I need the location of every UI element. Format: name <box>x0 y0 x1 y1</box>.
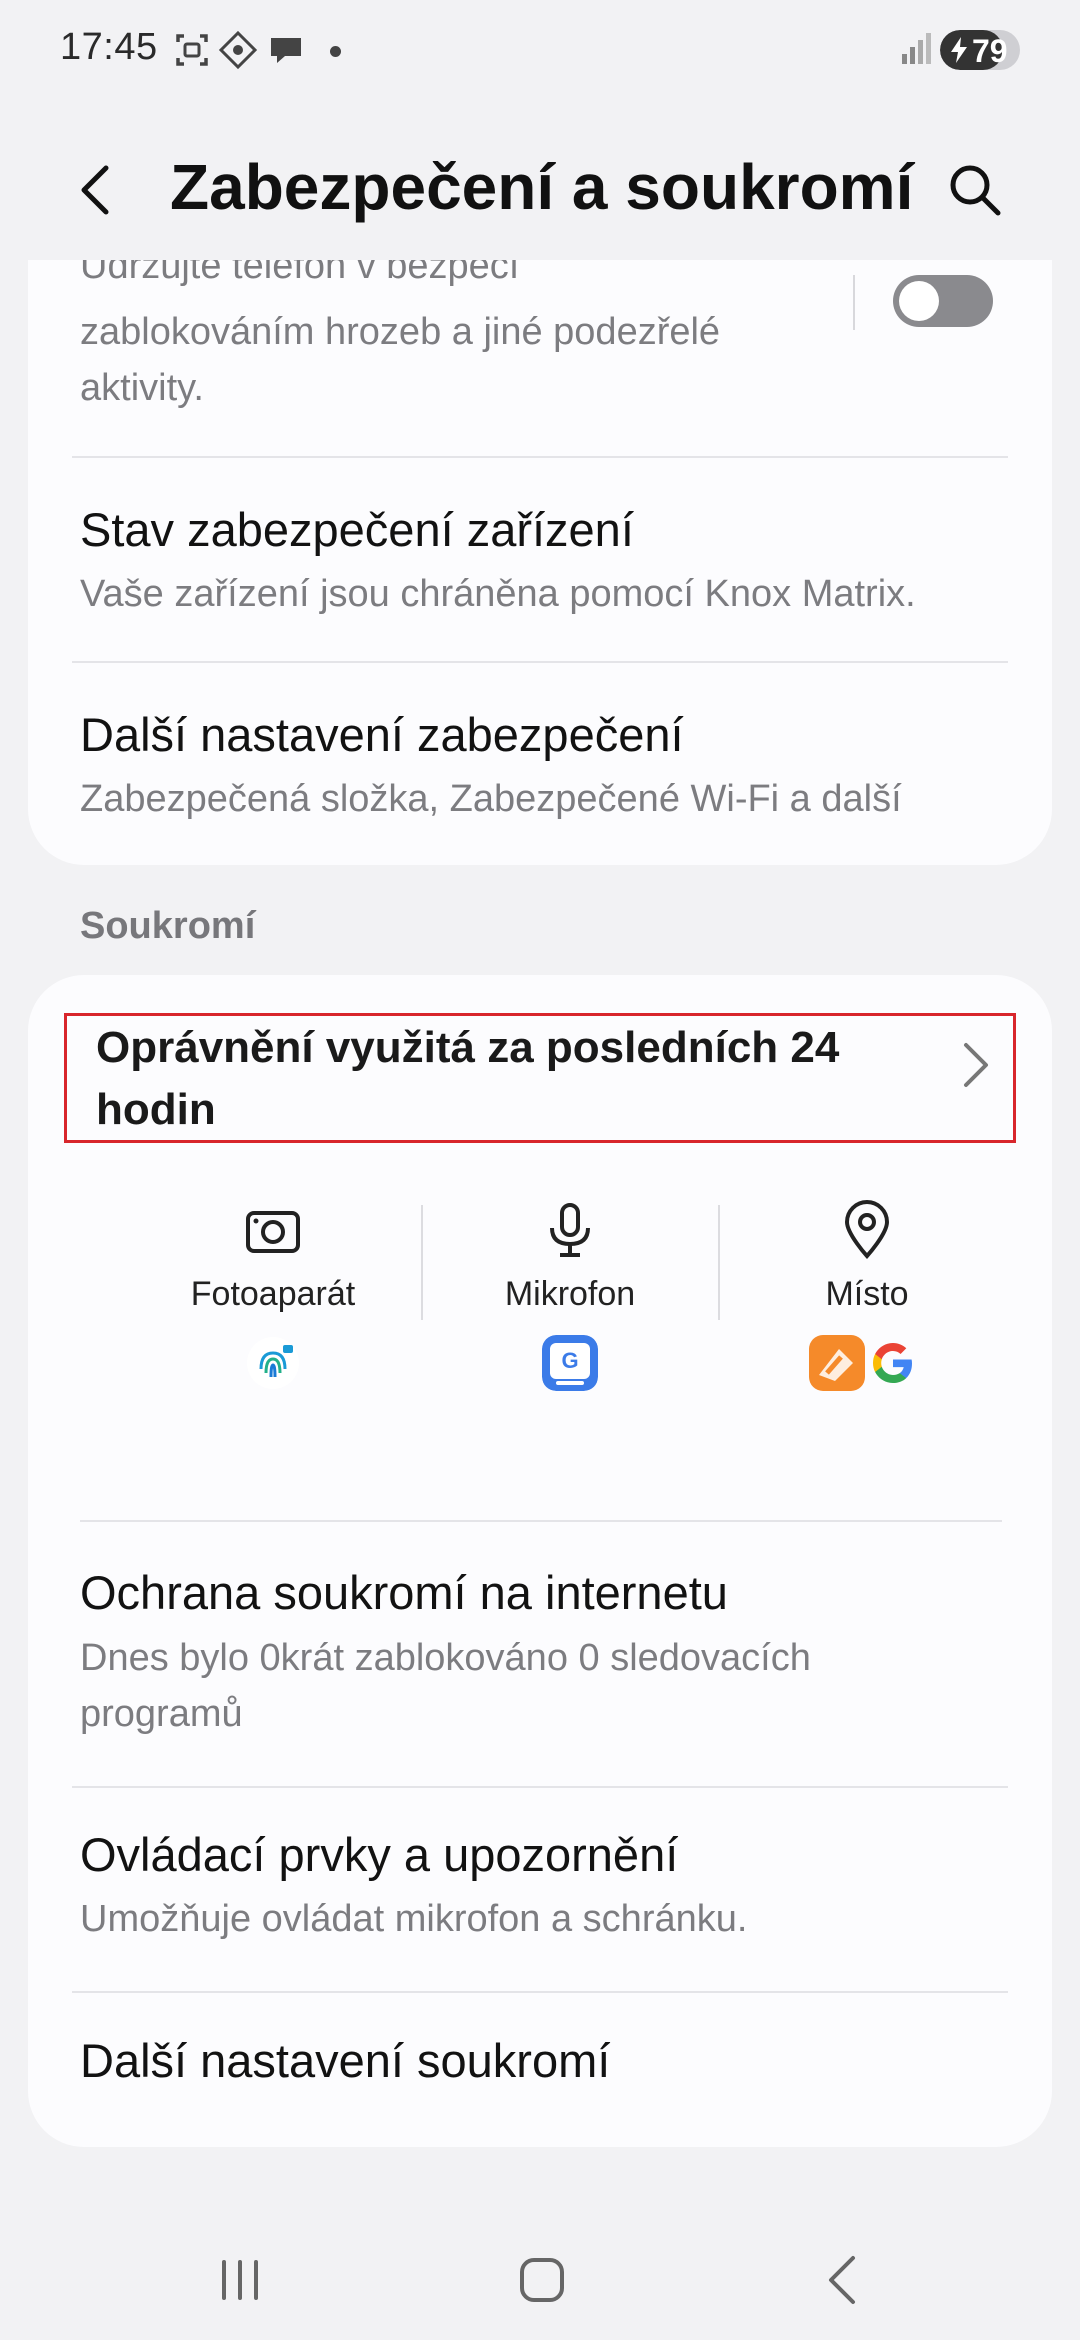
toggle-separator <box>853 275 855 330</box>
divider <box>72 1991 1008 1993</box>
camera-permission[interactable]: Fotoaparát <box>125 1200 421 1389</box>
item-title: Stav zabezpečení zařízení <box>80 503 634 556</box>
item-subtitle: Zabezpečená složka, Zabezpečené Wi-Fi a … <box>80 778 902 820</box>
item-title: Další nastavení soukromí <box>80 2034 611 2087</box>
nav-back-icon[interactable] <box>815 2250 875 2310</box>
google-icon <box>873 1343 912 1383</box>
chat-icon <box>271 38 301 63</box>
status-bar: 17:45 79 <box>0 0 1080 100</box>
toggle-knob <box>899 281 939 321</box>
item-title: Další nastavení zabezpečení <box>80 708 684 761</box>
privacy-card: Oprávnění využitá za posledních 24 hodin… <box>28 975 1052 2147</box>
screenshot-icon <box>176 34 208 66</box>
microphone-permission[interactable]: Mikrofon G <box>422 1200 718 1391</box>
notification-dot <box>330 46 341 57</box>
item-title: Ochrana soukromí na internetu <box>80 1566 728 1619</box>
charging-bolt-icon <box>951 37 967 63</box>
navigation-bar <box>0 2220 1080 2340</box>
item-subtitle: Vaše zařízení jsou chráněna pomocí Knox … <box>80 573 916 615</box>
auto-blocker-toggle[interactable] <box>893 275 993 327</box>
divider <box>72 456 1008 458</box>
fingerprint-app-icon <box>247 1337 299 1389</box>
back-arrow-icon[interactable] <box>68 160 128 220</box>
microphone-icon <box>550 1203 590 1257</box>
location-permission[interactable]: Místo <box>719 1200 1015 1391</box>
permissions-title: Oprávnění využitá za posledních 24 hodin <box>96 1023 840 1134</box>
item-subtitle: Umožňuje ovládat mikrofon a schránku. <box>80 1898 748 1940</box>
vpn-icon <box>218 30 258 70</box>
item-title: Ovládací prvky a upozornění <box>80 1828 679 1881</box>
svg-text:G: G <box>561 1348 578 1373</box>
home-icon[interactable] <box>512 2250 572 2310</box>
battery-level: 79 <box>972 33 1008 69</box>
security-card: Udržujte telefon v bezpečí zablokováním … <box>28 260 1052 865</box>
recents-icon[interactable] <box>210 2250 270 2310</box>
divider <box>80 1520 1002 1522</box>
gboard-app-icon: G <box>542 1335 598 1391</box>
page-title: Zabezpečení a soukromí <box>170 151 914 223</box>
divider <box>72 1786 1008 1788</box>
search-icon[interactable] <box>945 160 1005 220</box>
divider <box>72 661 1008 663</box>
camera-icon <box>246 1211 300 1253</box>
battery-icon: 79 <box>940 30 1020 70</box>
privacy-section-label: Soukromí <box>80 905 256 947</box>
auto-blocker-subtitle: zablokováním hrozeb a jiné podezřelé akt… <box>80 311 721 409</box>
location-label: Místo <box>825 1275 909 1313</box>
chevron-right-icon <box>964 1043 988 1087</box>
signal-icon <box>902 33 931 64</box>
status-time: 17:45 <box>60 26 158 68</box>
orange-app-icon <box>809 1335 865 1391</box>
auto-blocker-partial-title: Udržujte telefon v bezpečí <box>80 260 520 287</box>
camera-label: Fotoaparát <box>190 1275 356 1313</box>
location-pin-icon <box>844 1200 890 1259</box>
microphone-label: Mikrofon <box>504 1275 636 1313</box>
item-subtitle: Dnes bylo 0krát zablokováno 0 sledovacíc… <box>80 1637 811 1735</box>
